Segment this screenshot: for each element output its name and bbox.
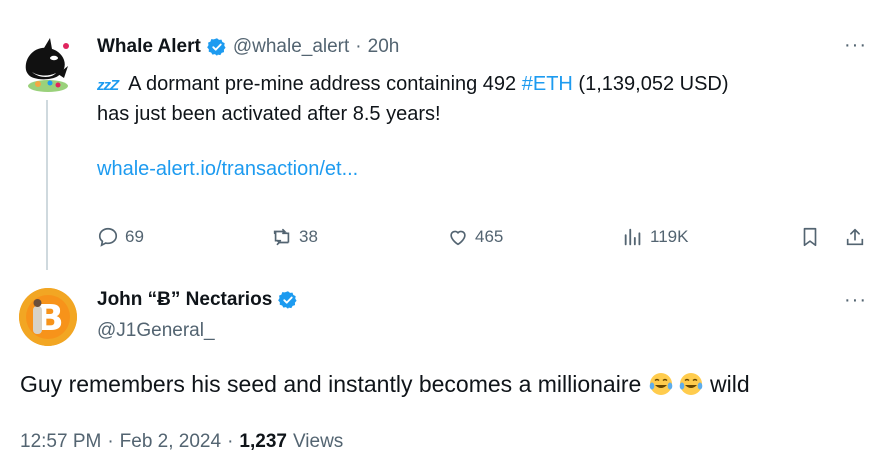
tweet-text-line2: has just been activated after 8.5 years! [97,103,441,125]
tears-of-joy-emoji-icon [649,373,672,395]
john-avatar[interactable]: B [19,288,77,346]
bookmark-button[interactable] [799,226,821,248]
repost-count: 38 [299,227,318,246]
author-handle[interactable]: @whale_alert [233,36,349,58]
heart-icon [450,230,466,246]
views-count: 119K [650,227,689,246]
thread-connector-line [46,100,48,270]
like-button[interactable]: 465 [447,226,503,248]
transaction-link[interactable]: whale-alert.io/transaction/et... [97,158,358,181]
more-options-icon[interactable]: ··· [844,34,867,57]
tweet-date[interactable]: Feb 2, 2024 [120,431,221,453]
tweet1-header: Whale Alert @whale_alert · 20h [97,36,399,58]
tweet2-text: Guy remembers his seed and instantly bec… [20,371,750,398]
views-label: Views [292,431,344,452]
analytics-icon [624,228,641,246]
author-name[interactable]: Whale Alert [97,36,201,58]
author-name[interactable]: John “Ƀ” Nectarios [97,289,272,311]
tweet-time[interactable]: 12:57 PM [20,431,101,453]
tweet-text-suffix: (1,139,052 USD) [572,73,729,95]
tweet2-meta: 12:57 PM · Feb 2, 2024 · 1,237 Views [20,431,343,453]
like-count: 465 [475,227,504,246]
tweet-text-before: Guy remembers his seed and instantly bec… [20,371,648,397]
repost-button[interactable]: 38 [271,226,318,248]
reply-button[interactable]: 69 [97,226,144,248]
verified-badge-icon [278,291,297,309]
tweet-text-prefix: A dormant pre-mine address containing 49… [128,73,522,95]
meta-separator: · [107,431,114,452]
views-count: 1,237 [239,431,287,452]
header-separator: · [355,36,362,57]
author-handle[interactable]: @J1General_ [97,320,215,342]
share-button[interactable] [844,226,866,248]
tweet-time[interactable]: 20h [368,36,400,58]
whale-alert-avatar[interactable] [20,36,72,96]
reply-icon [98,227,118,247]
more-options-icon[interactable]: ··· [844,289,867,312]
bookmark-icon [803,227,817,247]
tweet1-text: zzZ A dormant pre-mine address containing… [97,70,857,129]
tweet2-author-name-row: John “Ƀ” Nectarios [97,289,298,311]
share-icon [846,228,864,246]
verified-badge-icon [206,38,226,56]
views-button[interactable]: 119K [622,226,688,248]
repost-icon [273,228,290,246]
reply-count: 69 [125,227,144,246]
tears-of-joy-emoji-icon [679,373,702,395]
zzz-emoji: zzZ [97,77,119,94]
eth-hashtag-link[interactable]: #ETH [522,73,573,95]
meta-separator: · [227,431,234,452]
tweet-text-after: wild [703,371,750,397]
